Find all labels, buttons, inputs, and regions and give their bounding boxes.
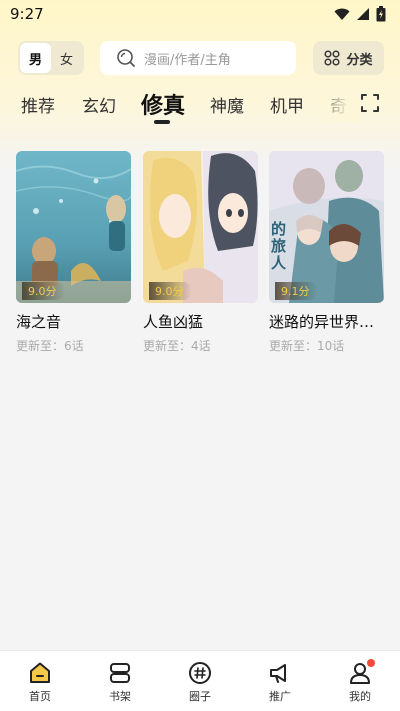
signal-icon <box>357 8 369 20</box>
nav-item-home[interactable]: 首页 <box>0 651 80 711</box>
nav-item-promote[interactable]: 推广 <box>240 651 320 711</box>
cover-art-underwater <box>16 151 131 303</box>
comic-cover[interactable]: 9.0分 <box>143 151 258 303</box>
nav-label: 我的 <box>349 690 371 703</box>
cover-title-text: 的旅人 <box>271 220 287 272</box>
category-button-label: 分类 <box>346 52 373 68</box>
gender-male-option[interactable]: 男 <box>20 43 51 73</box>
nav-label: 圈子 <box>189 690 211 703</box>
nav-item-bookshelf[interactable]: 书架 <box>80 651 160 711</box>
tabs-fade-overlay <box>310 86 360 122</box>
search-placeholder: 漫画/作者/主角 <box>144 52 231 68</box>
comic-title[interactable]: 海之音 <box>16 311 128 332</box>
cover-art-two-girls <box>143 151 258 303</box>
score-badge: 9.1分 <box>275 282 318 300</box>
status-icons <box>334 6 386 22</box>
comic-card[interactable]: 的旅人 9.1分 迷路的异世界旅人 更新至：10话 <box>269 151 384 354</box>
nav-label: 首页 <box>29 690 51 703</box>
nav-item-profile[interactable]: 我的 <box>320 651 400 711</box>
tab-xiuzhen[interactable]: 修真 <box>141 88 185 120</box>
grid-icon <box>324 50 341 66</box>
status-time: 9:27 <box>10 5 44 23</box>
category-button[interactable]: 分类 <box>313 41 384 75</box>
score-badge: 9.0分 <box>149 282 192 300</box>
comic-card[interactable]: 9.0分 人鱼凶猛 更新至：4话 <box>143 151 258 354</box>
comic-card[interactable]: 9.0分 海之音 更新至：6话 <box>16 151 131 354</box>
notification-badge <box>367 659 375 667</box>
comic-cover[interactable]: 的旅人 9.1分 <box>269 151 384 303</box>
hashtag-icon <box>189 662 211 684</box>
tab-jijia[interactable]: 机甲 <box>270 92 304 117</box>
search-row: 男 女 漫画/作者/主角 分类 <box>18 40 384 76</box>
score-badge: 9.0分 <box>22 282 65 300</box>
battery-icon <box>376 6 386 22</box>
expand-tabs-icon[interactable] <box>360 93 380 113</box>
bottom-nav: 首页 书架 圈子 推广 我的 <box>0 650 400 711</box>
gender-toggle: 男 女 <box>18 41 84 75</box>
gender-female-option[interactable]: 女 <box>51 43 82 73</box>
comic-update-status: 更新至：10话 <box>269 339 345 353</box>
comic-update-status: 更新至：6话 <box>16 339 84 353</box>
comic-cover[interactable]: 9.0分 <box>16 151 131 303</box>
wifi-icon <box>334 8 350 20</box>
active-tab-indicator <box>154 120 170 124</box>
nav-item-community[interactable]: 圈子 <box>160 651 240 711</box>
tab-xuanhuan[interactable]: 玄幻 <box>82 92 116 117</box>
comic-title[interactable]: 人鱼凶猛 <box>143 311 255 332</box>
megaphone-icon <box>270 664 286 683</box>
comic-update-status: 更新至：4话 <box>143 339 211 353</box>
bookshelf-icon <box>110 663 130 683</box>
home-icon <box>30 662 50 683</box>
search-input[interactable]: 漫画/作者/主角 <box>100 41 296 75</box>
tab-recommend[interactable]: 推荐 <box>21 92 55 117</box>
comic-title[interactable]: 迷路的异世界旅人 <box>269 311 381 332</box>
status-bar: 9:27 <box>0 0 400 28</box>
tab-shenmo[interactable]: 神魔 <box>210 92 244 117</box>
nav-label: 书架 <box>109 690 131 703</box>
nav-label: 推广 <box>269 690 291 703</box>
search-icon <box>117 49 135 67</box>
